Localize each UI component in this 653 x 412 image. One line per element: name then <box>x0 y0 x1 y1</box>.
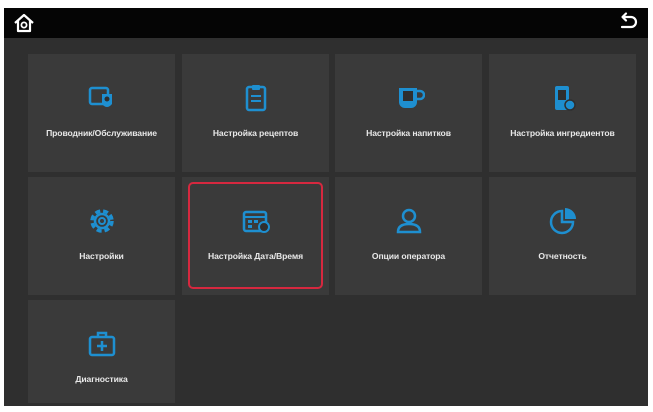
tile-diagnostics[interactable]: Диагностика <box>28 300 175 403</box>
tile-label: Проводник/Обслуживание <box>46 128 157 138</box>
canister-icon <box>554 86 576 111</box>
gear-shield-icon <box>88 86 112 107</box>
tile-recipes[interactable]: Настройка рецептов <box>182 54 329 172</box>
tile-label: Настройки <box>79 251 124 261</box>
tile-datetime[interactable]: Настройка Дата/Время <box>182 177 329 295</box>
tile-label: Настройка напитков <box>366 128 451 138</box>
tile-reports[interactable]: Отчетность <box>489 177 636 295</box>
tile-settings[interactable]: Настройки <box>28 177 175 295</box>
medkit-icon <box>88 331 115 357</box>
tile-label: Настройка Дата/Время <box>208 251 303 261</box>
gear-icon <box>89 209 114 233</box>
tile-operator[interactable]: Опции оператора <box>335 177 482 295</box>
user-icon <box>396 208 421 234</box>
tile-label: Диагностика <box>75 374 128 384</box>
tile-label: Настройка рецептов <box>212 128 299 138</box>
cup-icon <box>398 88 425 108</box>
home-icon <box>14 13 34 33</box>
back-arrow-icon <box>620 12 638 29</box>
tile-drinks[interactable]: Настройка напитков <box>335 54 482 172</box>
screen: Проводник/Обслуживание Настройка рецепто… <box>4 8 648 406</box>
tile-ingredients[interactable]: Настройка ингредиентов <box>489 54 636 172</box>
clipboard-icon <box>245 85 266 112</box>
calendar-clock-icon <box>242 210 270 233</box>
tile-label: Отчетность <box>538 251 587 261</box>
back-button[interactable] <box>616 11 640 35</box>
pie-chart-icon <box>549 208 576 235</box>
tile-service[interactable]: Проводник/Обслуживание <box>28 54 175 172</box>
tile-label: Опции оператора <box>371 251 446 261</box>
home-button[interactable] <box>12 11 36 35</box>
top-bar <box>4 8 648 38</box>
tile-label: Настройка ингредиентов <box>510 128 615 138</box>
